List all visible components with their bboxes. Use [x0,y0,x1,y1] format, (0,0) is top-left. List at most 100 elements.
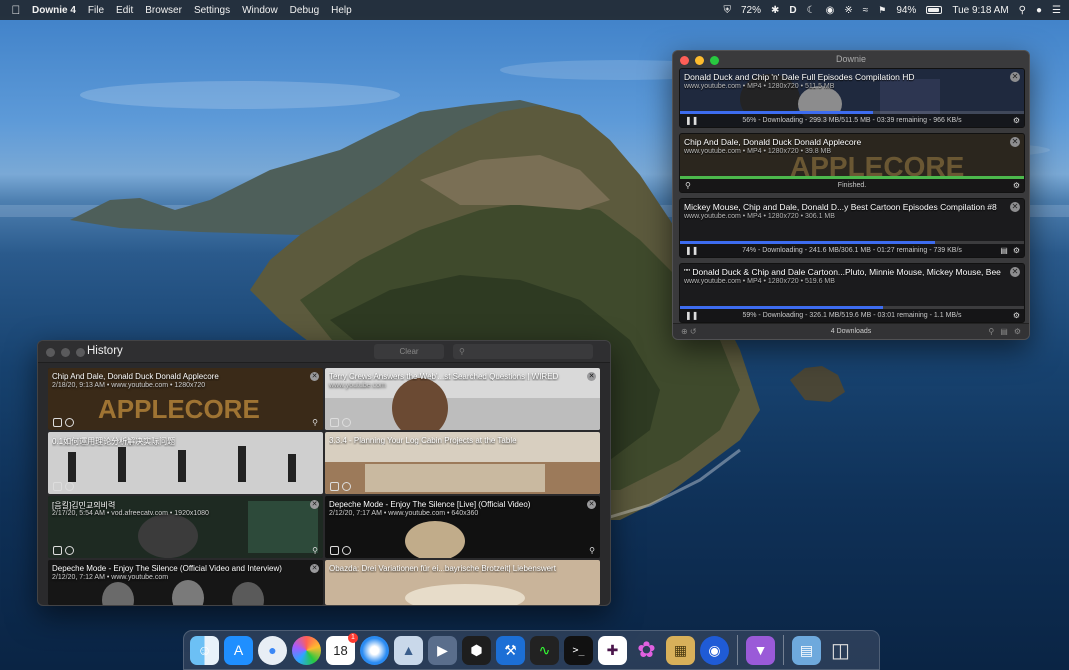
copy-icon[interactable] [53,418,62,427]
open-in-browser-icon[interactable] [65,418,74,427]
trash-icon[interactable]: ◫ [826,636,855,665]
pause-icon[interactable]: ❚❚ [685,116,698,125]
shield-icon[interactable]: ⛨ [724,5,732,16]
history-card[interactable]: APPLECORE Chip And Dale, Donald Duck Don… [48,368,323,430]
remove-download-icon[interactable]: ✕ [1010,267,1020,277]
spotlight-search-icon[interactable]: ⚲ [1019,5,1026,16]
menu-browser[interactable]: Browser [145,5,182,16]
zoom-window-button[interactable] [76,348,85,357]
pause-icon[interactable]: ❚❚ [685,311,698,320]
finder-icon[interactable]: ☺ [190,635,219,665]
menu-edit[interactable]: Edit [116,5,133,16]
pause-icon[interactable]: ❚❚ [685,246,698,255]
remove-history-icon[interactable]: ✕ [310,372,319,381]
reveal-icon[interactable]: ⚲ [589,546,595,555]
remove-history-icon[interactable]: ✕ [310,500,319,509]
flower-app-icon[interactable]: ✿ [632,636,661,665]
apple-menu-icon[interactable]:  [8,3,24,17]
photos-icon[interactable] [292,635,321,665]
bluetooth-icon[interactable]: ✱ [771,5,779,16]
open-in-browser-icon[interactable] [65,546,74,555]
download-item[interactable]: Mickey Mouse, Chip and Dale, Donald D...… [679,198,1025,258]
wifi-icon[interactable]: ≈ [863,5,869,16]
menu-debug[interactable]: Debug [290,5,319,16]
siri-icon[interactable]: ● [1036,5,1042,16]
moon-icon[interactable]: ☾ [807,5,816,16]
preview-icon[interactable]: ▲ [394,635,423,665]
drop-icon[interactable]: ◉ [826,5,835,16]
remove-history-icon[interactable]: ✕ [587,372,596,381]
copy-icon[interactable] [53,482,62,491]
menu-file[interactable]: File [88,5,104,16]
reveal-icon[interactable]: ⚲ [312,546,318,555]
terminal-icon[interactable]: >_ [564,635,593,665]
history-search-input[interactable]: ⚲ [453,344,593,359]
battery-icon[interactable] [926,6,943,14]
open-in-browser-icon[interactable] [342,482,351,491]
close-window-button[interactable] [46,348,55,357]
minimize-window-button[interactable] [695,56,704,65]
history-icon[interactable]: ▤ [1000,327,1008,336]
open-in-browser-icon[interactable] [342,546,351,555]
remove-history-icon[interactable]: ✕ [587,500,596,509]
remove-download-icon[interactable]: ✕ [1010,72,1020,82]
open-in-browser-icon[interactable] [65,482,74,491]
remove-download-icon[interactable]: ✕ [1010,137,1020,147]
history-title: History [87,345,123,357]
remove-download-icon[interactable]: ✕ [1010,202,1020,212]
bluetooth-status-icon[interactable]: ※ [844,5,852,16]
app-store-icon[interactable]: A [224,635,253,665]
search-icon[interactable]: ⚲ [988,327,994,336]
clear-button[interactable]: Clear [374,344,444,359]
gear-icon[interactable]: ⚙ [1013,181,1020,190]
history-card[interactable]: Terry Crews Answers the Web'...st Search… [325,368,600,430]
calendar-icon[interactable]: 18 1 [326,632,358,665]
menu-help[interactable]: Help [331,5,352,16]
open-in-browser-icon[interactable] [342,418,351,427]
clock[interactable]: Tue 9:18 AM [952,5,1008,16]
history-card[interactable]: Depeche Mode - Enjoy The Silence [Live] … [325,496,600,558]
flag-icon[interactable]: ⚑ [878,5,886,16]
xcode-icon[interactable]: ⚒ [496,635,525,665]
reveal-in-finder-icon[interactable]: ⚲ [685,181,691,190]
history-card[interactable]: Depeche Mode - Enjoy The Silence (Offici… [48,560,323,605]
history-card[interactable]: [음킬]김민교의비력 2/17/20, 5:54 AM • vod.afreec… [48,496,323,558]
copy-icon[interactable] [330,418,339,427]
copy-icon[interactable] [330,482,339,491]
location-app-icon[interactable]: ◉ [700,635,729,665]
downloads-folder-icon[interactable]: ▤ [792,635,821,665]
shield-app-icon[interactable]: ⬢ [462,635,491,665]
menu-app-name[interactable]: Downie 4 [32,5,76,16]
history-card[interactable]: Obazda: Drei Variationen für ei...bayris… [325,560,600,605]
zoom-window-button[interactable] [710,56,719,65]
slack-icon[interactable]: ✚ [598,635,627,665]
subtitles-icon[interactable]: ▤ [1000,246,1008,255]
history-card[interactable]: 0.1如何運用理论分析解决实际问题 [48,432,323,494]
messages-icon[interactable]: ● [258,635,287,665]
menu-settings[interactable]: Settings [194,5,230,16]
minimize-window-button[interactable] [61,348,70,357]
downie-status-icon[interactable]: D [789,5,796,16]
activity-monitor-icon[interactable]: ∿ [530,635,559,665]
download-item[interactable]: "" Donald Duck & Chip and Dale Cartoon..… [679,263,1025,323]
reveal-icon[interactable]: ⚲ [312,418,318,427]
gear-icon[interactable]: ⚙ [1013,246,1020,255]
history-titlebar: History Clear ⚲ [38,341,610,363]
copy-icon[interactable] [53,546,62,555]
gear-icon[interactable]: ⚙ [1013,311,1020,320]
safari-icon[interactable]: ✦ [360,635,389,665]
control-center-icon[interactable]: ☰ [1052,5,1061,16]
remove-history-icon[interactable]: ✕ [310,564,319,573]
footer-left-icons[interactable]: ⊕ ↺ [681,327,697,336]
menu-window[interactable]: Window [242,5,278,16]
copy-icon[interactable] [330,546,339,555]
history-card[interactable]: 3.3.4 - Planning Your Log Cabin Projects… [325,432,600,494]
settings-icon[interactable]: ⚙ [1014,327,1021,336]
quicktime-icon[interactable]: ▶ [428,635,457,665]
close-window-button[interactable] [680,56,689,65]
download-item[interactable]: Donald Duck and Chip 'n' Dale Full Episo… [679,68,1025,128]
archive-utility-icon[interactable]: ▦ [666,635,695,665]
download-item[interactable]: APPLECORE Chip And Dale, Donald Duck Don… [679,133,1025,193]
gear-icon[interactable]: ⚙ [1013,116,1020,125]
downie-app-icon[interactable]: ▼ [746,635,775,665]
